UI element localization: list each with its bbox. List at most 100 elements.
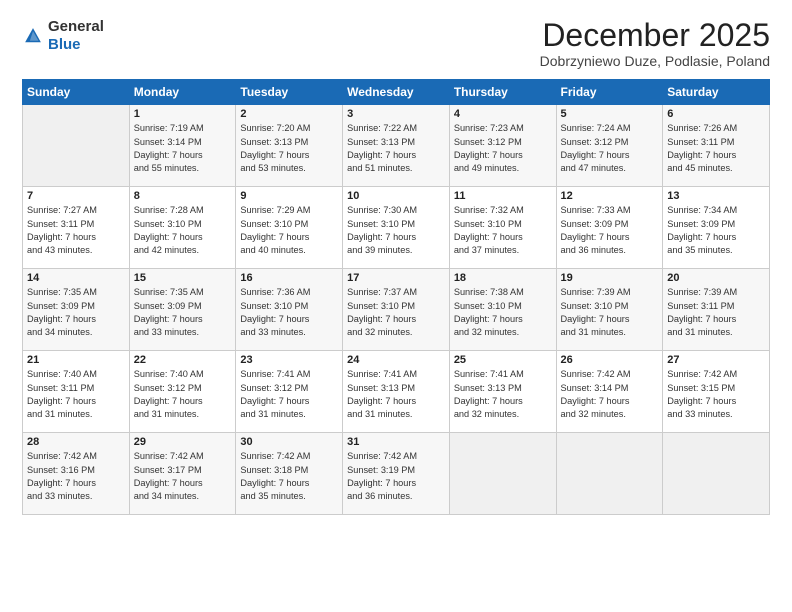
calendar-cell: 20 Sunrise: 7:39 AM Sunset: 3:11 PM Dayli… [663,269,770,351]
cell-text: Sunrise: 7:40 AM Sunset: 3:12 PM Dayligh… [134,368,232,421]
calendar-cell: 26Sunrise: 7:42 AM Sunset: 3:14 PM Dayli… [556,351,663,433]
cell-text: Sunrise: 7:42 AM Sunset: 3:17 PM Dayligh… [134,450,232,503]
cell-text: Sunrise: 7:23 AM Sunset: 3:12 PM Dayligh… [454,122,552,175]
day-number: 28 [27,436,125,448]
cell-text: Sunrise: 7:41 AM Sunset: 3:13 PM Dayligh… [454,368,552,421]
cell-text: Sunrise: 7:20 AM Sunset: 3:13 PM Dayligh… [240,122,338,175]
day-number: 30 [240,436,338,448]
calendar-week-row: 21Sunrise: 7:40 AM Sunset: 3:11 PM Dayli… [23,351,770,433]
logo-general: General [48,18,104,35]
calendar-cell: 19 Sunrise: 7:39 AM Sunset: 3:10 PM Dayli… [556,269,663,351]
calendar-cell: 24Sunrise: 7:41 AM Sunset: 3:13 PM Dayli… [343,351,450,433]
cell-text: Sunrise: 7:35 AM Sunset: 3:09 PM Dayligh… [134,286,232,339]
day-number: 4 [454,108,552,120]
calendar-week-row: 14 Sunrise: 7:35 AM Sunset: 3:09 PM Dayli… [23,269,770,351]
calendar-cell: 16 Sunrise: 7:36 AM Sunset: 3:10 PM Dayli… [236,269,343,351]
day-number: 20 [667,272,765,284]
month-title: December 2025 [540,18,770,53]
calendar-cell: 28 Sunrise: 7:42 AM Sunset: 3:16 PM Dayli… [23,433,130,515]
day-number: 21 [27,354,125,366]
day-number: 2 [240,108,338,120]
logo-text: General Blue [48,18,104,54]
calendar-cell: 25 Sunrise: 7:41 AM Sunset: 3:13 PM Dayli… [449,351,556,433]
day-number: 25 [454,354,552,366]
calendar-cell: 31Sunrise: 7:42 AM Sunset: 3:19 PM Dayli… [343,433,450,515]
cell-text: Sunrise: 7:30 AM Sunset: 3:10 PM Dayligh… [347,204,445,257]
title-block: December 2025 Dobrzyniewo Duze, Podlasie… [540,18,770,69]
cell-text: Sunrise: 7:33 AM Sunset: 3:09 PM Dayligh… [561,204,659,257]
cell-text: Sunrise: 7:26 AM Sunset: 3:11 PM Dayligh… [667,122,765,175]
header-day: Thursday [449,80,556,105]
day-number: 26 [561,354,659,366]
calendar-cell: 7 Sunrise: 7:27 AM Sunset: 3:11 PM Daylig… [23,187,130,269]
cell-text: Sunrise: 7:39 AM Sunset: 3:11 PM Dayligh… [667,286,765,339]
day-number: 1 [134,108,232,120]
header-day: Wednesday [343,80,450,105]
day-number: 13 [667,190,765,202]
day-number: 9 [240,190,338,202]
day-number: 6 [667,108,765,120]
logo: General Blue [22,18,104,54]
day-number: 23 [240,354,338,366]
cell-text: Sunrise: 7:35 AM Sunset: 3:09 PM Dayligh… [27,286,125,339]
cell-text: Sunrise: 7:39 AM Sunset: 3:10 PM Dayligh… [561,286,659,339]
calendar-cell: 18 Sunrise: 7:38 AM Sunset: 3:10 PM Dayli… [449,269,556,351]
calendar-cell [663,433,770,515]
day-number: 14 [27,272,125,284]
day-number: 15 [134,272,232,284]
cell-text: Sunrise: 7:41 AM Sunset: 3:13 PM Dayligh… [347,368,445,421]
day-number: 31 [347,436,445,448]
day-number: 27 [667,354,765,366]
calendar-cell: 3Sunrise: 7:22 AM Sunset: 3:13 PM Daylig… [343,105,450,187]
day-number: 12 [561,190,659,202]
cell-text: Sunrise: 7:42 AM Sunset: 3:15 PM Dayligh… [667,368,765,421]
header-day: Sunday [23,80,130,105]
cell-text: Sunrise: 7:36 AM Sunset: 3:10 PM Dayligh… [240,286,338,339]
day-number: 8 [134,190,232,202]
cell-text: Sunrise: 7:37 AM Sunset: 3:10 PM Dayligh… [347,286,445,339]
calendar-cell: 8Sunrise: 7:28 AM Sunset: 3:10 PM Daylig… [129,187,236,269]
day-number: 19 [561,272,659,284]
cell-text: Sunrise: 7:42 AM Sunset: 3:16 PM Dayligh… [27,450,125,503]
calendar-cell: 6 Sunrise: 7:26 AM Sunset: 3:11 PM Daylig… [663,105,770,187]
day-number: 18 [454,272,552,284]
day-number: 29 [134,436,232,448]
cell-text: Sunrise: 7:34 AM Sunset: 3:09 PM Dayligh… [667,204,765,257]
day-number: 7 [27,190,125,202]
cell-text: Sunrise: 7:27 AM Sunset: 3:11 PM Dayligh… [27,204,125,257]
calendar-cell: 30 Sunrise: 7:42 AM Sunset: 3:18 PM Dayli… [236,433,343,515]
day-number: 16 [240,272,338,284]
calendar-week-row: 28 Sunrise: 7:42 AM Sunset: 3:16 PM Dayli… [23,433,770,515]
calendar-cell: 15 Sunrise: 7:35 AM Sunset: 3:09 PM Dayli… [129,269,236,351]
day-number: 5 [561,108,659,120]
cell-text: Sunrise: 7:29 AM Sunset: 3:10 PM Dayligh… [240,204,338,257]
calendar-cell: 21Sunrise: 7:40 AM Sunset: 3:11 PM Dayli… [23,351,130,433]
calendar-cell: 17 Sunrise: 7:37 AM Sunset: 3:10 PM Dayli… [343,269,450,351]
calendar-cell: 13 Sunrise: 7:34 AM Sunset: 3:09 PM Dayli… [663,187,770,269]
calendar-cell: 27 Sunrise: 7:42 AM Sunset: 3:15 PM Dayli… [663,351,770,433]
cell-text: Sunrise: 7:38 AM Sunset: 3:10 PM Dayligh… [454,286,552,339]
calendar-cell: 1 Sunrise: 7:19 AM Sunset: 3:14 PM Daylig… [129,105,236,187]
calendar-cell: 4 Sunrise: 7:23 AM Sunset: 3:12 PM Daylig… [449,105,556,187]
calendar-cell: 2 Sunrise: 7:20 AM Sunset: 3:13 PM Daylig… [236,105,343,187]
calendar-cell: 29 Sunrise: 7:42 AM Sunset: 3:17 PM Dayli… [129,433,236,515]
page: General Blue December 2025 Dobrzyniewo D… [0,0,792,612]
calendar-cell [556,433,663,515]
cell-text: Sunrise: 7:22 AM Sunset: 3:13 PM Dayligh… [347,122,445,175]
calendar-cell: 12 Sunrise: 7:33 AM Sunset: 3:09 PM Dayli… [556,187,663,269]
cell-text: Sunrise: 7:42 AM Sunset: 3:18 PM Dayligh… [240,450,338,503]
calendar-week-row: 7 Sunrise: 7:27 AM Sunset: 3:11 PM Daylig… [23,187,770,269]
header: General Blue December 2025 Dobrzyniewo D… [22,18,770,69]
header-day: Friday [556,80,663,105]
header-row: SundayMondayTuesdayWednesdayThursdayFrid… [23,80,770,105]
day-number: 22 [134,354,232,366]
location: Dobrzyniewo Duze, Podlasie, Poland [540,53,770,69]
day-number: 10 [347,190,445,202]
calendar-table: SundayMondayTuesdayWednesdayThursdayFrid… [22,79,770,515]
logo-blue: Blue [48,36,81,53]
calendar-cell: 23Sunrise: 7:41 AM Sunset: 3:12 PM Dayli… [236,351,343,433]
cell-text: Sunrise: 7:24 AM Sunset: 3:12 PM Dayligh… [561,122,659,175]
day-number: 17 [347,272,445,284]
cell-text: Sunrise: 7:19 AM Sunset: 3:14 PM Dayligh… [134,122,232,175]
calendar-cell: 14 Sunrise: 7:35 AM Sunset: 3:09 PM Dayli… [23,269,130,351]
